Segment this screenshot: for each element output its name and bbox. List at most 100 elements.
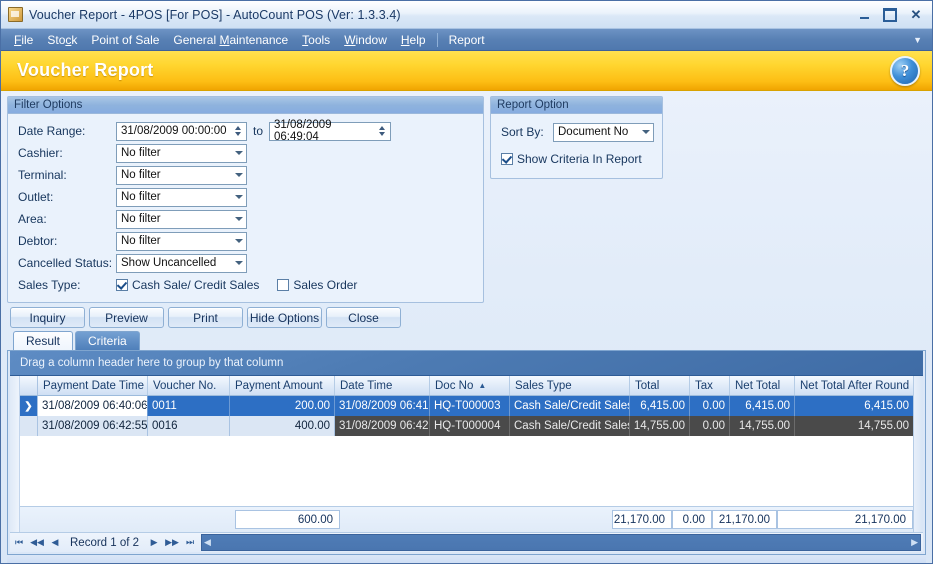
grid-empty-space: [20, 436, 913, 506]
help-icon[interactable]: ?: [890, 55, 920, 86]
previous-page-icon[interactable]: ◀◀: [28, 534, 46, 552]
menu-item-window[interactable]: Window: [337, 31, 394, 49]
menu-item-report[interactable]: Report: [442, 31, 492, 49]
chevron-down-icon[interactable]: [638, 124, 653, 141]
summary-net-total: 21,170.00: [712, 510, 777, 529]
menu-item-stock[interactable]: Stock: [40, 31, 84, 49]
inquiry-button[interactable]: Inquiry: [10, 307, 85, 328]
cell-date-time[interactable]: 31/08/2009 06:42:57: [335, 416, 430, 436]
close-button[interactable]: ✕: [904, 6, 928, 24]
column-header-voucher-no[interactable]: Voucher No.: [148, 376, 230, 395]
cell-sales-type[interactable]: Cash Sale/Credit Sales: [510, 396, 630, 416]
cell-net-total-after-round[interactable]: 14,755.00: [795, 416, 913, 436]
chevron-down-icon[interactable]: [231, 211, 246, 228]
debtor-value: No filter: [121, 235, 161, 247]
cell-total[interactable]: 6,415.00: [630, 396, 690, 416]
area-select[interactable]: No filter: [116, 209, 247, 229]
outlet-select[interactable]: No filter: [116, 187, 247, 207]
cell-doc-no[interactable]: HQ-T000004: [430, 416, 510, 436]
date-to-spinner[interactable]: [375, 123, 388, 140]
cell-total[interactable]: 14,755.00: [630, 416, 690, 436]
menu-item-help[interactable]: Help: [394, 31, 433, 49]
show-criteria-row: Show Criteria In Report: [501, 148, 654, 170]
chevron-down-icon[interactable]: [231, 233, 246, 250]
cash-credit-checkbox[interactable]: [116, 279, 128, 291]
menu-bar: File Stock Point of Sale General Mainten…: [1, 29, 932, 51]
date-from-input[interactable]: 31/08/2009 00:00:00: [116, 121, 247, 141]
cell-sales-type[interactable]: Cash Sale/Credit Sales: [510, 416, 630, 436]
summary-net-total-after-round: 21,170.00: [777, 510, 913, 529]
column-header-sales-type[interactable]: Sales Type: [510, 376, 630, 395]
cell-doc-no[interactable]: HQ-T000003: [430, 396, 510, 416]
next-page-icon[interactable]: ▶▶: [163, 534, 181, 552]
tab-criteria[interactable]: Criteria: [75, 331, 140, 350]
date-to-input[interactable]: 31/08/2009 06:49:04: [269, 119, 392, 143]
area-label: Area:: [18, 212, 47, 226]
date-range-label: Date Range:: [18, 124, 86, 138]
debtor-row: Debtor: No filter: [18, 230, 475, 252]
hide-options-button[interactable]: Hide Options: [247, 307, 322, 328]
last-record-icon[interactable]: ⏭: [181, 534, 199, 552]
cell-net-total-after-round[interactable]: 6,415.00: [795, 396, 913, 416]
menu-item-tools[interactable]: Tools: [295, 31, 337, 49]
cashier-select[interactable]: No filter: [116, 143, 247, 163]
cell-tax[interactable]: 0.00: [690, 396, 730, 416]
column-header-doc-no[interactable]: Doc No ▲: [430, 376, 510, 395]
cell-net-total[interactable]: 6,415.00: [730, 396, 795, 416]
scroll-left-icon[interactable]: ◀: [204, 537, 211, 548]
column-header-payment-date-time[interactable]: Payment Date Time: [38, 376, 148, 395]
next-record-icon[interactable]: ▶: [145, 534, 163, 552]
chevron-down-icon[interactable]: [231, 145, 246, 162]
vertical-scrollbar[interactable]: [913, 376, 923, 532]
column-header-total[interactable]: Total: [630, 376, 690, 395]
chevron-down-icon[interactable]: [231, 167, 246, 184]
first-record-icon[interactable]: ⏮: [10, 534, 28, 552]
column-header-net-total-after-round[interactable]: Net Total After Round: [795, 376, 913, 395]
cell-payment-date-time[interactable]: 31/08/2009 06:40:06: [38, 396, 148, 416]
menu-item-point-of-sale[interactable]: Point of Sale: [84, 31, 166, 49]
print-button[interactable]: Print: [168, 307, 243, 328]
sales-order-checkbox[interactable]: [277, 279, 290, 291]
summary-payment-amount: 600.00: [235, 510, 340, 529]
column-header-date-time[interactable]: Date Time: [335, 376, 430, 395]
cell-net-total[interactable]: 14,755.00: [730, 416, 795, 436]
sort-by-label: Sort By:: [501, 125, 544, 139]
maximize-button[interactable]: [878, 6, 902, 24]
cell-payment-amount[interactable]: 200.00: [230, 396, 335, 416]
close-options-button[interactable]: Close: [326, 307, 401, 328]
show-criteria-checkbox[interactable]: [501, 153, 513, 165]
row-indicator: [20, 416, 38, 436]
tab-result[interactable]: Result: [13, 331, 74, 350]
menu-item-file[interactable]: File: [7, 31, 40, 49]
cell-payment-date-time[interactable]: 31/08/2009 06:42:55: [38, 416, 148, 436]
chevron-down-icon[interactable]: [231, 255, 246, 272]
column-header-doc-no-label: Doc No: [435, 379, 474, 392]
sales-order-label: Sales Order: [293, 278, 358, 292]
cell-tax[interactable]: 0.00: [690, 416, 730, 436]
cell-voucher-no[interactable]: 0016: [148, 416, 230, 436]
column-header-payment-amount[interactable]: Payment Amount: [230, 376, 335, 395]
column-header-net-total[interactable]: Net Total: [730, 376, 795, 395]
menu-item-general-maintenance[interactable]: General Maintenance: [166, 31, 295, 49]
result-grid: Drag a column header here to group by th…: [8, 351, 925, 554]
date-from-spinner[interactable]: [231, 123, 244, 140]
sort-by-select[interactable]: Document No: [553, 122, 654, 142]
table-row[interactable]: ❯ 31/08/2009 06:40:06 0011 200.00 31/08/…: [20, 396, 913, 416]
cell-payment-amount[interactable]: 400.00: [230, 416, 335, 436]
chevron-down-icon[interactable]: ▼: [913, 35, 926, 45]
cell-voucher-no[interactable]: 0011: [148, 396, 230, 416]
filter-options-body: Date Range: 31/08/2009 00:00:00 to 31/08…: [8, 114, 483, 302]
debtor-select[interactable]: No filter: [116, 231, 247, 251]
terminal-select[interactable]: No filter: [116, 165, 247, 185]
minimize-button[interactable]: [852, 6, 876, 24]
chevron-down-icon[interactable]: [231, 189, 246, 206]
column-header-tax[interactable]: Tax: [690, 376, 730, 395]
horizontal-scrollbar[interactable]: ◀ ▶: [201, 534, 921, 551]
scroll-right-icon[interactable]: ▶: [911, 537, 918, 548]
table-row[interactable]: 31/08/2009 06:42:55 0016 400.00 31/08/20…: [20, 416, 913, 436]
group-by-panel[interactable]: Drag a column header here to group by th…: [10, 351, 923, 376]
cancelled-status-select[interactable]: Show Uncancelled: [116, 253, 247, 273]
preview-button[interactable]: Preview: [89, 307, 164, 328]
previous-record-icon[interactable]: ◀: [46, 534, 64, 552]
cell-date-time[interactable]: 31/08/2009 06:41:10: [335, 396, 430, 416]
